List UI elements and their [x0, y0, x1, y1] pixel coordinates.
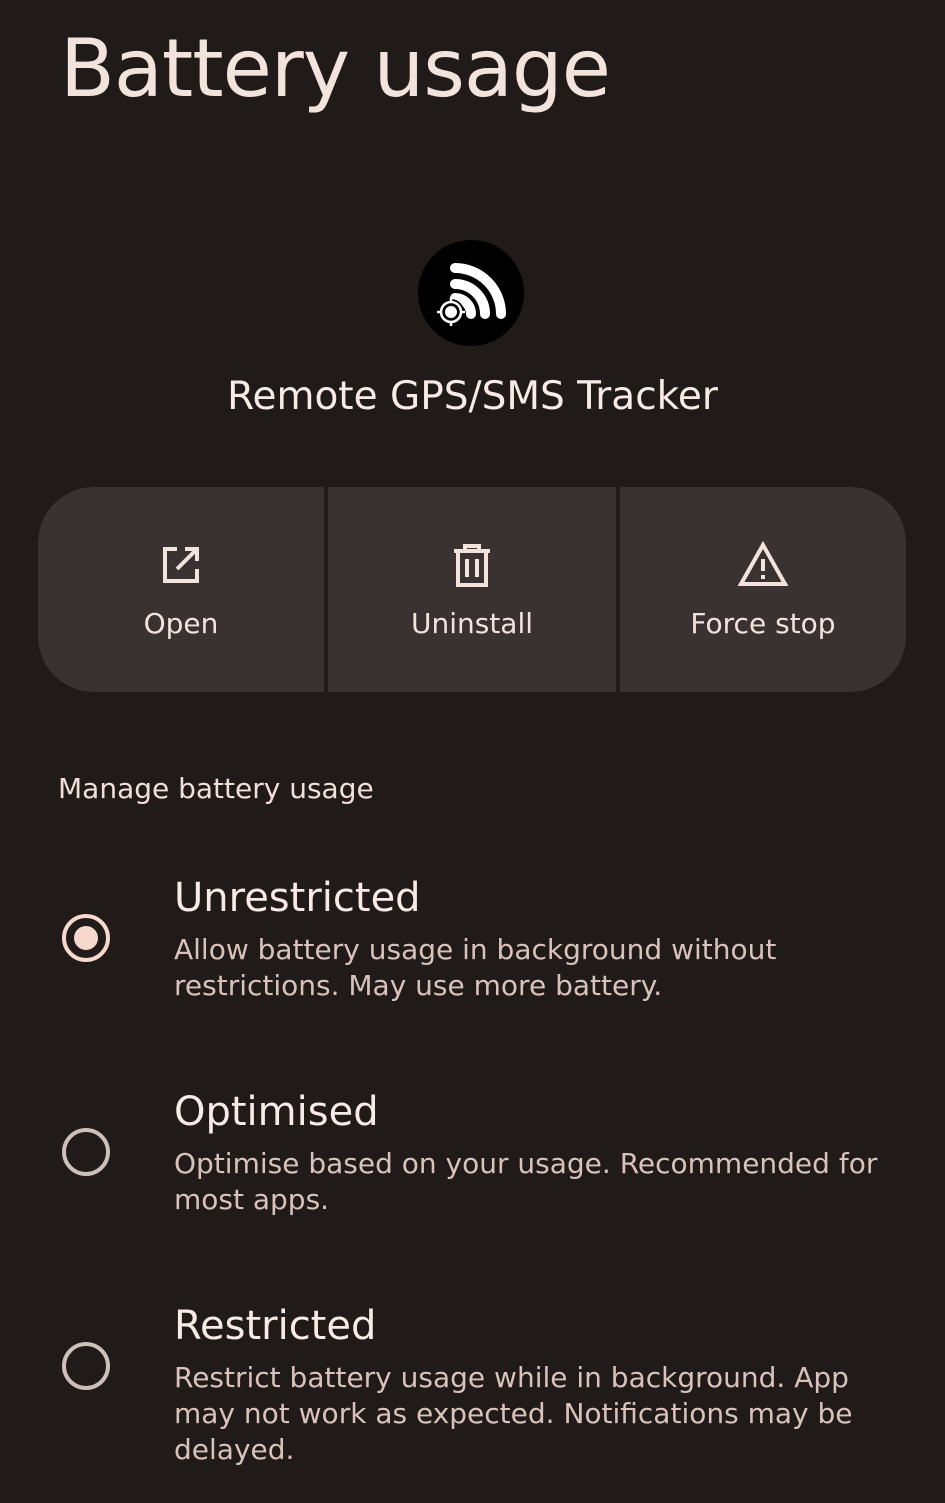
uninstall-button[interactable]: Uninstall — [328, 487, 616, 692]
restricted-description: Restrict battery usage while in backgrou… — [174, 1361, 853, 1466]
unrestricted-description: Allow battery usage in background withou… — [174, 933, 777, 1002]
open-label: Open — [143, 607, 219, 640]
restricted-radio[interactable] — [62, 1342, 110, 1390]
uninstall-label: Uninstall — [410, 607, 534, 640]
radio-selected-dot — [74, 926, 98, 950]
unrestricted-title: Unrestricted — [174, 875, 421, 921]
optimised-title: Optimised — [174, 1089, 379, 1135]
app-actions: Open Uninstall Force stop — [38, 487, 906, 692]
manage-battery-section-title: Manage battery usage — [58, 772, 374, 805]
open-button[interactable]: Open — [38, 487, 324, 692]
option-optimised[interactable]: Optimised Optimise based on your usage. … — [0, 1089, 945, 1289]
page-title: Battery usage — [60, 22, 611, 115]
open-external-icon — [155, 539, 207, 591]
unrestricted-radio[interactable] — [62, 914, 110, 962]
optimised-radio[interactable] — [62, 1128, 110, 1176]
force-stop-button[interactable]: Force stop — [620, 487, 906, 692]
gps-tracker-app-icon — [418, 240, 524, 346]
optimised-description: Optimise based on your usage. Recommende… — [174, 1147, 878, 1216]
warning-icon — [737, 539, 789, 591]
restricted-title: Restricted — [174, 1303, 377, 1349]
option-unrestricted[interactable]: Unrestricted Allow battery usage in back… — [0, 875, 945, 1075]
app-name: Remote GPS/SMS Tracker — [227, 374, 718, 419]
option-restricted[interactable]: Restricted Restrict battery usage while … — [0, 1303, 945, 1503]
trash-icon — [446, 539, 498, 591]
force-stop-label: Force stop — [690, 607, 836, 640]
